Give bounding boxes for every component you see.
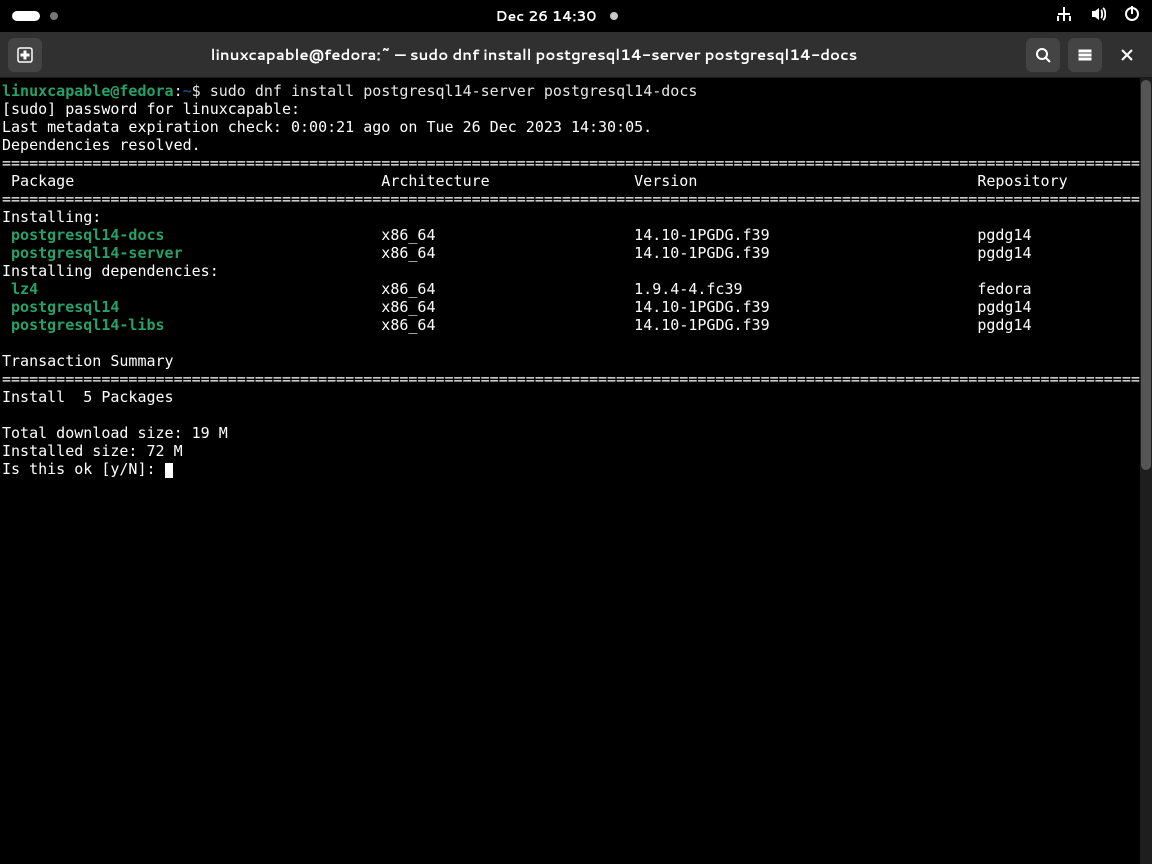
window-title: linuxcapable@fedora:~ — sudo dnf install… bbox=[50, 44, 1018, 65]
scrollbar-track[interactable] bbox=[1140, 78, 1152, 864]
menu-button[interactable] bbox=[1068, 38, 1102, 72]
activities-pill-icon bbox=[12, 11, 40, 21]
volume-icon bbox=[1090, 6, 1106, 27]
panel-activities[interactable] bbox=[12, 11, 58, 21]
clock-label: Dec 26 14:30 bbox=[496, 6, 597, 26]
close-button[interactable] bbox=[1110, 38, 1144, 72]
terminal-headerbar: linuxcapable@fedora:~ — sudo dnf install… bbox=[0, 32, 1152, 78]
panel-status-area[interactable] bbox=[1056, 6, 1140, 27]
terminal-output[interactable]: linuxcapable@fedora:~$ sudo dnf install … bbox=[0, 78, 1152, 864]
power-icon bbox=[1124, 6, 1140, 27]
gnome-top-panel: Dec 26 14:30 bbox=[0, 0, 1152, 32]
search-button[interactable] bbox=[1026, 38, 1060, 72]
notification-dot-icon bbox=[610, 12, 618, 20]
panel-clock[interactable]: Dec 26 14:30 bbox=[496, 6, 619, 26]
new-tab-button[interactable] bbox=[8, 38, 42, 72]
scrollbar-thumb[interactable] bbox=[1141, 80, 1151, 470]
network-icon bbox=[1056, 6, 1072, 27]
terminal-area: linuxcapable@fedora:~$ sudo dnf install … bbox=[0, 78, 1152, 864]
workspace-dot-icon bbox=[50, 12, 58, 20]
